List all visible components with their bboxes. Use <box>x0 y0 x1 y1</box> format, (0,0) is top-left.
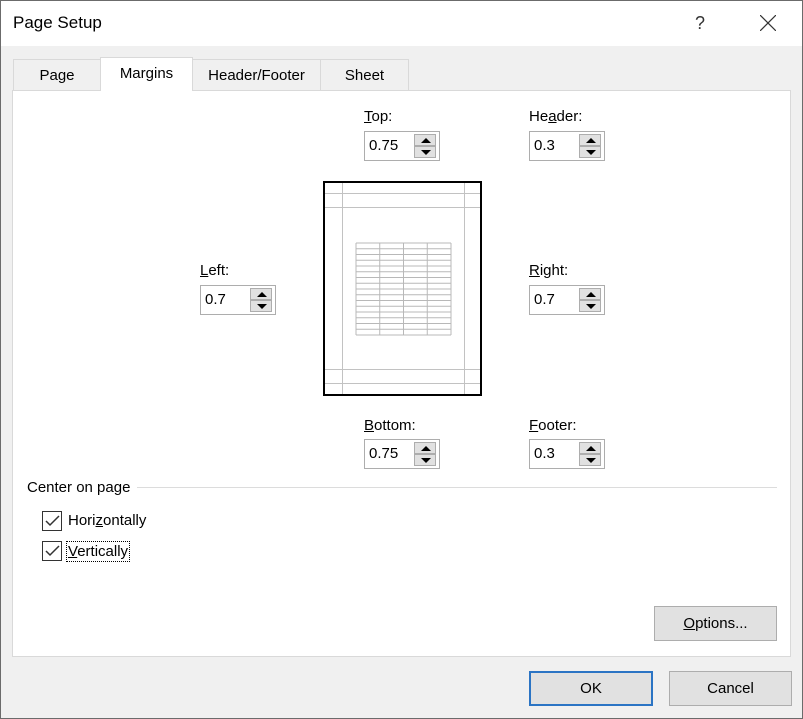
footer-spin-down[interactable] <box>579 454 601 466</box>
bottom-margin-input[interactable]: 0.75 <box>369 445 398 462</box>
arrow-down-icon <box>586 458 596 463</box>
right-spin-up[interactable] <box>579 288 601 300</box>
page-preview-drawing <box>325 183 480 394</box>
arrow-up-icon <box>421 138 431 143</box>
arrow-up-icon <box>421 446 431 451</box>
left-label: Left: <box>200 262 230 279</box>
top-margin-spinner[interactable]: 0.75 <box>364 131 440 161</box>
top-margin-input[interactable]: 0.75 <box>369 137 398 154</box>
left-spin-up[interactable] <box>250 288 272 300</box>
header-label: Header: <box>529 108 583 125</box>
checkmark-icon <box>45 515 60 527</box>
title-bar: Page Setup ? <box>1 1 802 46</box>
center-on-page-label: Center on page <box>27 479 137 496</box>
help-button[interactable]: ? <box>685 7 715 39</box>
header-margin-input[interactable]: 0.3 <box>534 137 555 154</box>
right-margin-input[interactable]: 0.7 <box>534 291 555 308</box>
close-icon <box>760 15 776 31</box>
arrow-up-icon <box>257 292 267 297</box>
options-button[interactable]: Options... <box>654 606 777 641</box>
header-spin-up[interactable] <box>579 134 601 146</box>
arrow-up-icon <box>586 446 596 451</box>
bottom-label: Bottom: <box>364 417 416 434</box>
group-divider <box>137 487 777 488</box>
page-preview <box>323 181 482 396</box>
arrow-down-icon <box>586 150 596 155</box>
vertically-checkbox[interactable] <box>42 541 62 561</box>
header-spin-down[interactable] <box>579 146 601 158</box>
close-button[interactable] <box>751 7 785 39</box>
right-spin-down[interactable] <box>579 300 601 312</box>
arrow-down-icon <box>257 304 267 309</box>
left-margin-spinner[interactable]: 0.7 <box>200 285 276 315</box>
arrow-up-icon <box>586 292 596 297</box>
cancel-button[interactable]: Cancel <box>669 671 792 706</box>
arrow-down-icon <box>421 458 431 463</box>
horizontally-checkbox[interactable] <box>42 511 62 531</box>
sheet-grid-preview <box>355 242 452 336</box>
header-margin-spinner[interactable]: 0.3 <box>529 131 605 161</box>
footer-label: Footer: <box>529 417 577 434</box>
tab-page[interactable]: Page <box>13 59 101 90</box>
top-label: Top: <box>364 108 393 125</box>
dialog-title: Page Setup <box>13 13 102 32</box>
tab-margins[interactable]: Margins <box>100 57 193 91</box>
arrow-down-icon <box>586 304 596 309</box>
footer-spin-up[interactable] <box>579 442 601 454</box>
bottom-spin-up[interactable] <box>414 442 436 454</box>
left-spin-down[interactable] <box>250 300 272 312</box>
tab-header-footer[interactable]: Header/Footer <box>192 59 321 90</box>
right-label: Right: <box>529 262 569 279</box>
top-spin-down[interactable] <box>414 146 436 158</box>
left-margin-input[interactable]: 0.7 <box>205 291 226 308</box>
ok-button[interactable]: OK <box>529 671 653 706</box>
tab-sheet[interactable]: Sheet <box>320 59 409 90</box>
bottom-spin-down[interactable] <box>414 454 436 466</box>
arrow-down-icon <box>421 150 431 155</box>
page-setup-dialog: Page Setup ? Page Margins Header/Footer … <box>0 0 803 719</box>
footer-margin-input[interactable]: 0.3 <box>534 445 555 462</box>
arrow-up-icon <box>586 138 596 143</box>
checkmark-icon <box>45 545 60 557</box>
horizontally-label[interactable]: Horizontally <box>68 512 146 529</box>
footer-margin-spinner[interactable]: 0.3 <box>529 439 605 469</box>
vertically-label[interactable]: Vertically <box>65 541 131 562</box>
bottom-margin-spinner[interactable]: 0.75 <box>364 439 440 469</box>
top-spin-up[interactable] <box>414 134 436 146</box>
right-margin-spinner[interactable]: 0.7 <box>529 285 605 315</box>
